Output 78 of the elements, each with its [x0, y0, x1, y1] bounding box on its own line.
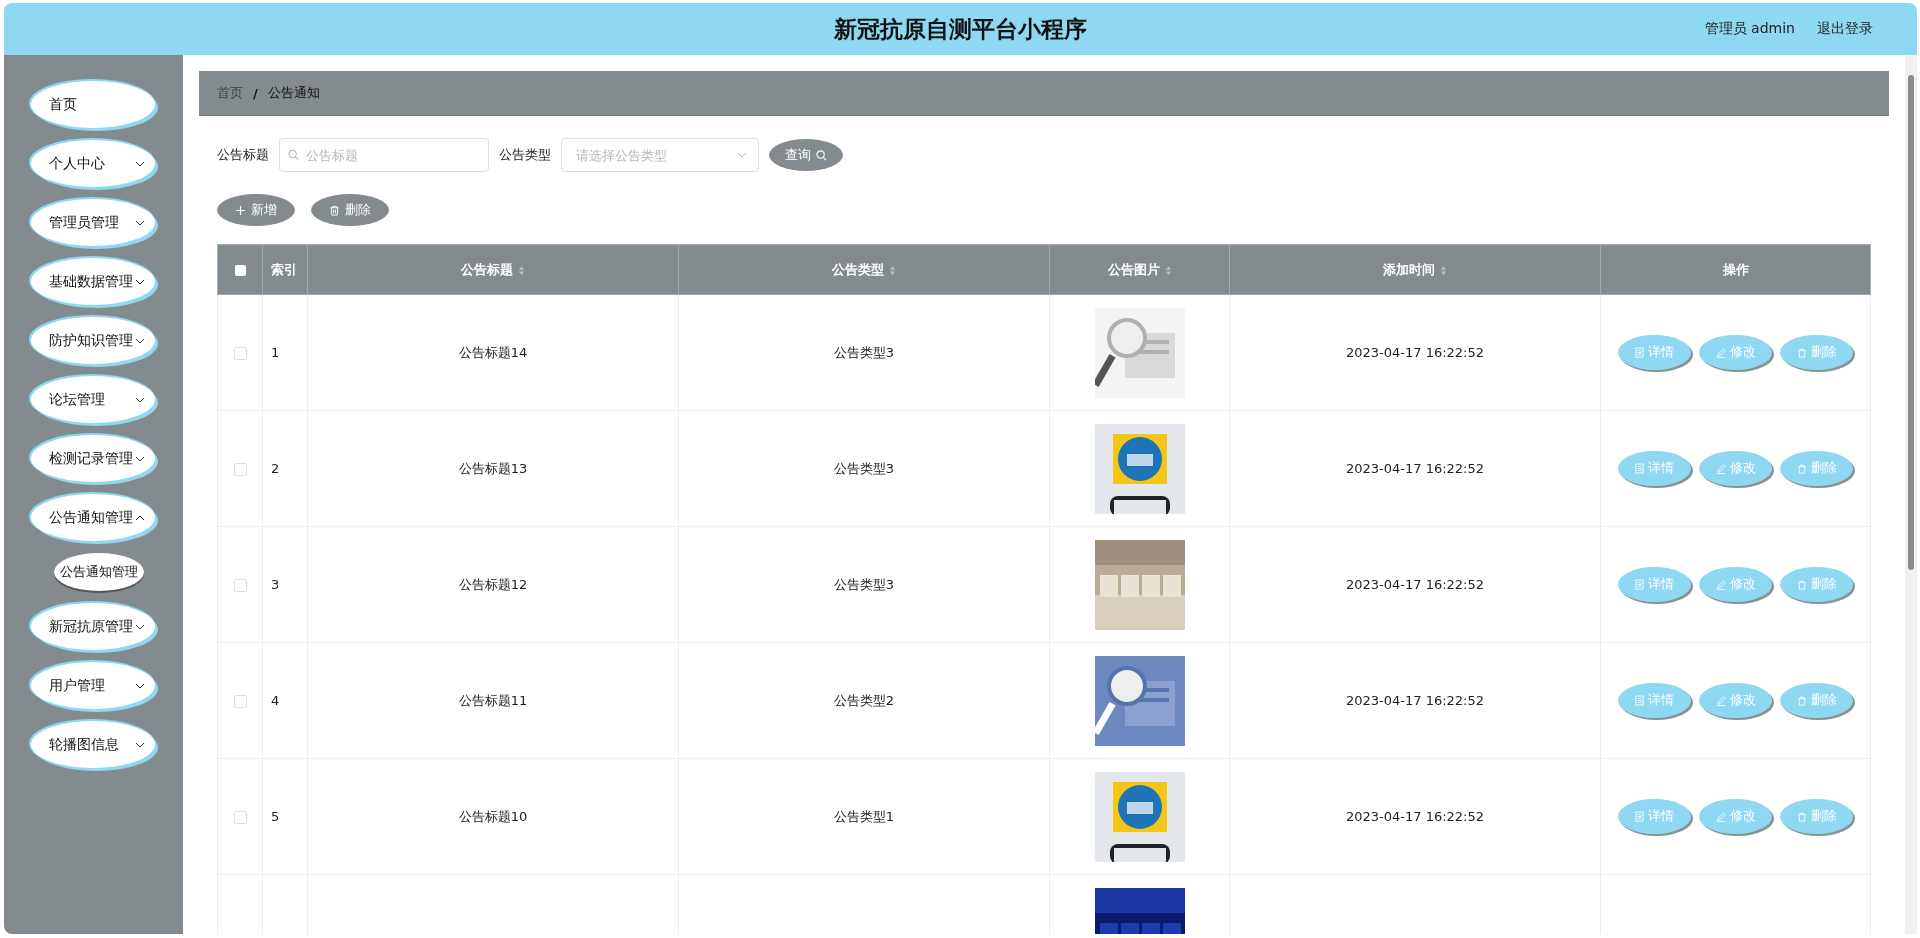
table-cell: 1 [271, 345, 280, 360]
add-button[interactable]: 新增 [217, 194, 295, 226]
column-header[interactable]: 公告类型 [832, 261, 884, 277]
document-icon [1635, 463, 1644, 474]
table-cell: 2023-04-17 16:22:52 [1345, 693, 1485, 708]
menu-item[interactable]: 公告通知管理 [31, 494, 155, 541]
row-checkbox[interactable] [233, 695, 247, 708]
table-cell: 2023-04-17 16:22:52 [1345, 345, 1485, 360]
menu-item[interactable]: 轮播图信息 [31, 721, 155, 768]
menu-item[interactable]: 个人中心 [31, 140, 155, 187]
column-header[interactable]: 添加时间 [1383, 261, 1435, 277]
menu-item[interactable]: 防护知识管理 [31, 317, 155, 364]
table-cell: 4 [271, 693, 280, 708]
app-title: 新冠抗原自测平台小程序 [834, 14, 1087, 44]
column-header[interactable]: 公告标题 [461, 261, 513, 277]
menu-item[interactable]: 论坛管理 [31, 376, 155, 423]
menu-item[interactable]: 用户管理 [31, 662, 155, 709]
table-cell: 公告标题12 [458, 576, 528, 592]
submenu-item[interactable]: 公告通知管理 [54, 553, 144, 591]
table-cell: 公告类型3 [833, 344, 895, 360]
table-cell: 公告标题14 [458, 344, 528, 360]
trash-icon [1796, 579, 1807, 590]
column-header[interactable]: 索引 [271, 261, 297, 277]
table-cell: 公告标题11 [458, 692, 528, 708]
pencil-icon [1715, 695, 1726, 706]
trash-icon [1796, 695, 1807, 706]
document-icon [1635, 347, 1644, 358]
search-field[interactable]: 公告标题 [279, 138, 489, 172]
table-cell: 公告标题10 [458, 808, 528, 824]
trash-icon [329, 204, 340, 216]
logout-link[interactable]: 退出登录 [1817, 20, 1873, 38]
menu-item[interactable]: 新冠抗原管理 [31, 603, 155, 650]
breadcrumb-separator: / [253, 85, 258, 101]
table-cell: 公告标题13 [458, 460, 528, 476]
chevron-icon [737, 152, 747, 158]
search-button[interactable]: 查询 [769, 139, 843, 171]
trash-icon [1796, 347, 1807, 358]
table-cell: 公告类型3 [833, 460, 895, 476]
trash-icon [1796, 811, 1807, 822]
pencil-icon [1715, 579, 1726, 590]
select-all-checkbox[interactable] [234, 265, 246, 276]
filter-label: 公告标题 [217, 146, 269, 164]
trash-icon [1796, 463, 1807, 474]
column-header[interactable]: 公告图片 [1107, 261, 1160, 277]
document-icon [1635, 811, 1644, 822]
breadcrumb-link[interactable]: 公告通知 [267, 84, 320, 102]
search-icon [816, 149, 827, 161]
pencil-icon [1715, 347, 1726, 358]
menu-item[interactable]: 检测记录管理 [31, 435, 155, 482]
filter-label: 公告类型 [499, 146, 551, 164]
table-cell: 2023-04-17 16:22:52 [1345, 461, 1485, 476]
row-checkbox[interactable] [233, 579, 247, 592]
user-label: 管理员 admin [1704, 20, 1795, 38]
search-icon [288, 149, 299, 161]
column-header[interactable]: 操作 [1722, 261, 1749, 277]
pencil-icon [1715, 463, 1726, 474]
table-cell: 公告类型3 [833, 576, 895, 592]
table-cell: 3 [271, 577, 280, 592]
row-checkbox[interactable] [233, 463, 247, 476]
table-cell: 公告类型1 [833, 808, 895, 824]
table-cell: 公告类型2 [833, 692, 895, 708]
select-field[interactable]: 请选择公告类型 [561, 138, 759, 172]
row-checkbox[interactable] [233, 811, 247, 824]
table-cell: 2 [271, 461, 280, 476]
menu-item[interactable]: 首页 [31, 81, 155, 128]
table-cell: 2023-04-17 16:22:52 [1345, 809, 1485, 824]
scrollbar-thumb[interactable] [1908, 75, 1914, 570]
document-icon [1635, 695, 1644, 706]
table-cell: 2023-04-17 16:22:52 [1345, 577, 1485, 592]
menu-item[interactable]: 基础数据管理 [31, 258, 155, 305]
plus-icon [235, 204, 246, 216]
row-checkbox[interactable] [233, 347, 247, 360]
document-icon [1635, 579, 1644, 590]
menu-item[interactable]: 管理员管理 [31, 199, 155, 246]
delete-button[interactable]: 删除 [311, 194, 389, 226]
pencil-icon [1715, 811, 1726, 822]
breadcrumb-link[interactable]: 首页 [217, 84, 243, 102]
table-cell: 5 [271, 809, 280, 824]
